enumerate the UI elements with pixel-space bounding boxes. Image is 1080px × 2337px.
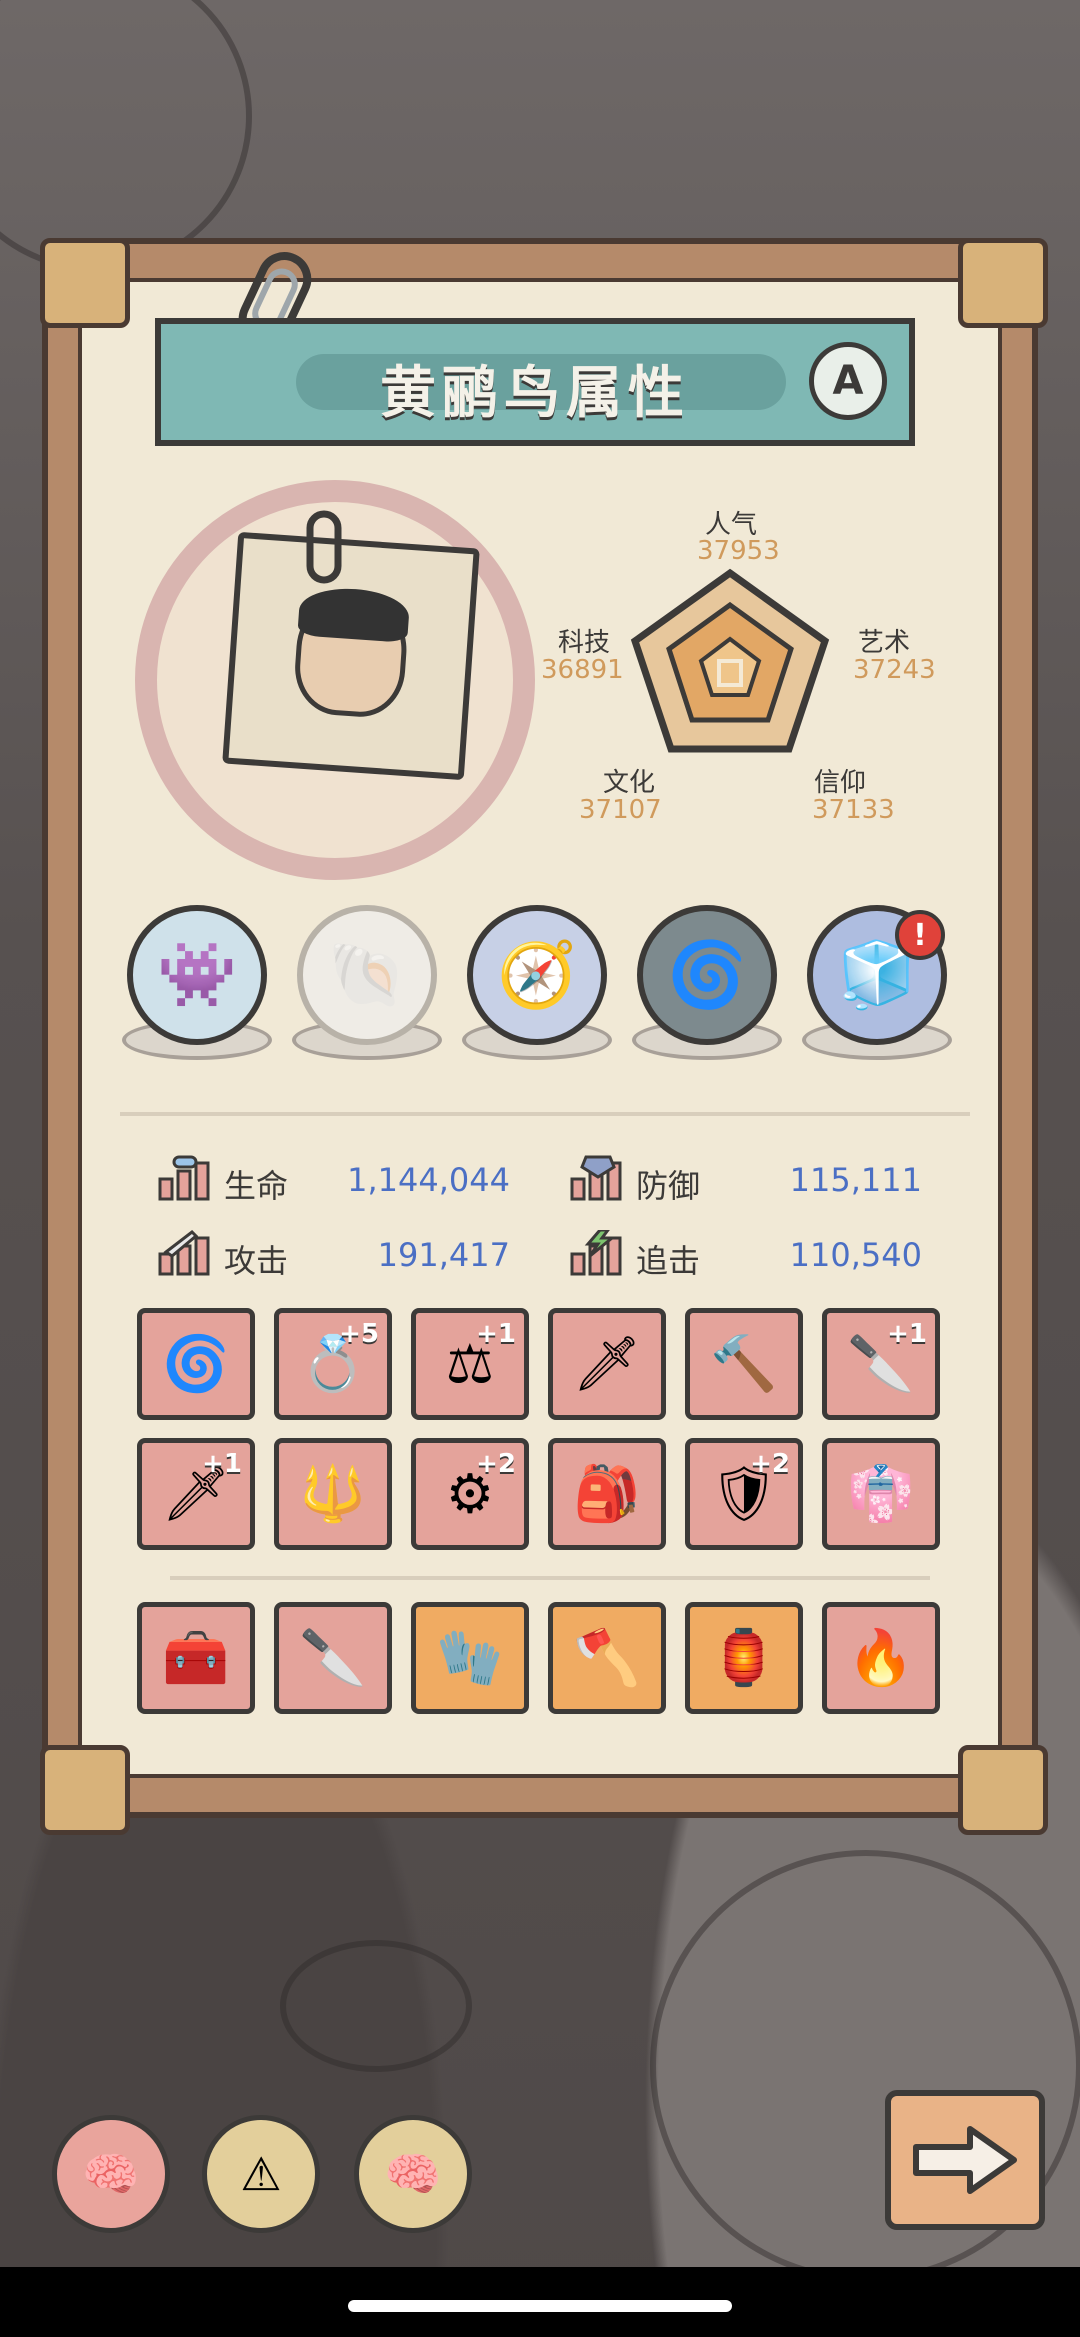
radar-label-art: 艺术 xyxy=(858,628,911,658)
shield-icon xyxy=(570,1155,622,1201)
blade-icon[interactable]: 🔪 xyxy=(274,1602,392,1714)
alert-badge: ! xyxy=(895,910,945,960)
radar-label-faith: 信仰 xyxy=(814,768,867,798)
cape-icon[interactable]: 👘 xyxy=(822,1438,940,1550)
mace-icon[interactable]: 🔨 xyxy=(685,1308,803,1420)
attribute-label: 防御 xyxy=(636,1167,701,1205)
equipment-divider xyxy=(170,1576,930,1580)
attribute-value: 110,540 xyxy=(789,1236,922,1274)
attribute-value: 191,417 xyxy=(377,1236,510,1274)
hp-icon xyxy=(158,1155,210,1201)
pink-brain-icon[interactable]: 🧠 xyxy=(354,2115,472,2233)
armor-icon[interactable]: 🛡 +2 xyxy=(685,1438,803,1550)
radar-label-tech: 科技 xyxy=(558,628,611,658)
arrow-right-icon xyxy=(913,2126,1017,2194)
background-jar xyxy=(280,1940,472,2072)
chest-icon[interactable]: 🧰 xyxy=(137,1602,255,1714)
attribute-value: 115,111 xyxy=(789,1161,922,1199)
attribute-value: 1,144,044 xyxy=(347,1161,510,1199)
trident-icon[interactable]: 🔱 xyxy=(274,1438,392,1550)
warning-tv-icon[interactable]: ⚠ xyxy=(202,2115,320,2233)
radar-value-culture: 37107 xyxy=(579,795,662,825)
frame-corner xyxy=(958,1745,1048,1835)
scales-icon[interactable]: ⚖ +1 xyxy=(411,1308,529,1420)
radar-value-art: 37243 xyxy=(853,655,936,685)
claw-glove-icon[interactable]: 🧤 xyxy=(411,1602,529,1714)
attribute-label: 攻击 xyxy=(224,1242,289,1280)
page-title: 黄鹂鸟属性 xyxy=(380,361,690,426)
photo-clip-icon xyxy=(306,510,342,584)
bracelet-icon[interactable]: 💍 +5 xyxy=(274,1308,392,1420)
monster-orb-icon[interactable]: 👾 xyxy=(127,905,267,1045)
attribute-label: 追击 xyxy=(636,1242,701,1280)
title-banner: 黄鹂鸟属性 A xyxy=(155,318,915,446)
radar-label-culture: 文化 xyxy=(603,768,656,798)
gold-coil-icon[interactable]: 🌀 xyxy=(137,1308,255,1420)
radar-value-tech: 36891 xyxy=(541,655,624,685)
short-sword-icon[interactable]: 🗡 +1 xyxy=(137,1438,255,1550)
fire-axe-icon[interactable]: 🔥 xyxy=(822,1602,940,1714)
dagger-icon[interactable]: 🔪 +1 xyxy=(822,1308,940,1420)
jade-ring-orb-icon[interactable]: 🌀 xyxy=(637,905,777,1045)
attribute-defense: 防御 115,111 xyxy=(570,1155,922,1205)
lantern-icon[interactable]: 🏮 xyxy=(685,1602,803,1714)
lightning-icon xyxy=(570,1230,622,1276)
home-indicator[interactable] xyxy=(348,2300,732,2312)
brain-tv-icon[interactable]: 🧠 xyxy=(52,2115,170,2233)
empty-shell-orb-icon[interactable]: 🐚 xyxy=(297,905,437,1045)
character-face xyxy=(291,585,411,720)
frame-corner xyxy=(40,1745,130,1835)
sword-stat-icon xyxy=(158,1230,210,1276)
attribute-pursuit: 追击 110,540 xyxy=(570,1230,922,1280)
character-hair xyxy=(297,585,411,643)
next-arrow-button[interactable] xyxy=(885,2090,1045,2230)
radar-value-popularity: 37953 xyxy=(697,536,780,566)
stats-radar-chart xyxy=(630,568,830,753)
compass-orb-icon[interactable]: 🧭 xyxy=(467,905,607,1045)
frame-corner xyxy=(40,238,130,328)
grade-badge[interactable]: A xyxy=(809,342,887,420)
frame-corner xyxy=(958,238,1048,328)
radar-value-faith: 37133 xyxy=(812,795,895,825)
backpack-icon[interactable]: 🎒 xyxy=(548,1438,666,1550)
sword-icon[interactable]: 🗡 xyxy=(548,1308,666,1420)
attribute-label: 生命 xyxy=(224,1167,289,1205)
character-portrait[interactable] xyxy=(222,531,480,781)
attribute-hp: 生命 1,144,044 xyxy=(158,1155,510,1205)
attribute-attack: 攻击 191,417 xyxy=(158,1230,510,1280)
gear-relic-icon[interactable]: ⚙ +2 xyxy=(411,1438,529,1550)
axe-icon[interactable]: 🪓 xyxy=(548,1602,666,1714)
section-divider xyxy=(120,1112,970,1116)
